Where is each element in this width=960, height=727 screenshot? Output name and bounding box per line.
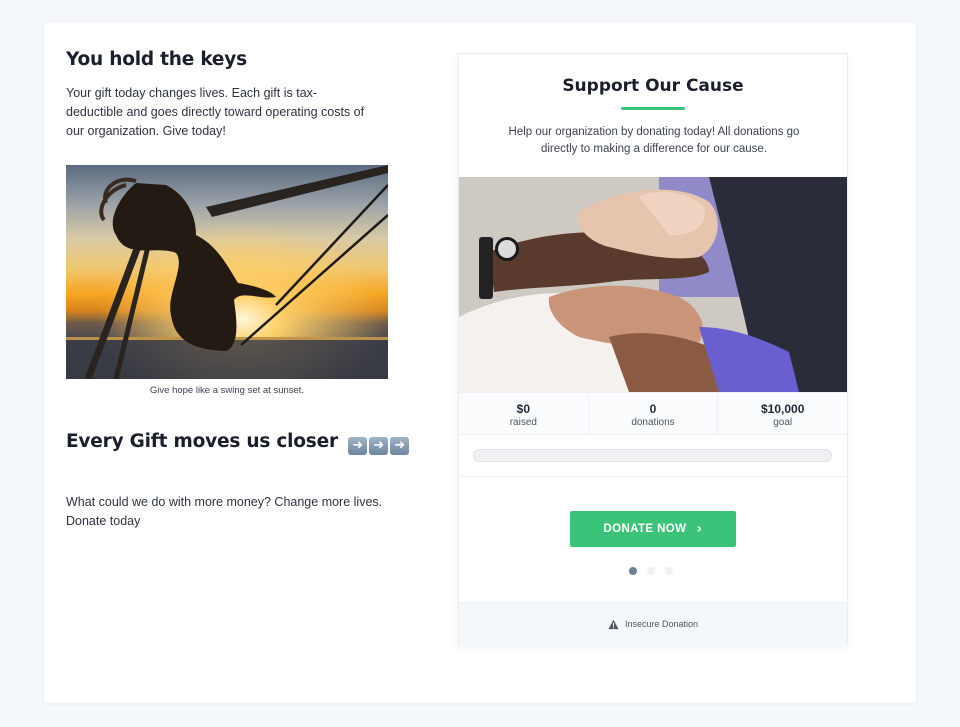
section-divider	[459, 476, 847, 477]
widget-title: Support Our Cause	[562, 76, 744, 96]
swing-sunset-illustration	[66, 165, 388, 379]
right-arrow-icon: ➜	[348, 437, 368, 455]
stat-goal: $10,000 goal	[718, 393, 847, 434]
carousel-dots	[629, 567, 673, 575]
security-notice: Insecure Donation	[624, 619, 699, 629]
right-arrow-icon: ➜	[369, 437, 389, 455]
right-arrow-icon: ➜	[390, 437, 410, 455]
chevron-right-icon: ›	[696, 521, 703, 537]
donation-progress-bar	[473, 449, 832, 462]
stat-value: $0	[516, 402, 531, 416]
donation-stats: $0 raised 0 donations $10,000 goal	[459, 392, 847, 435]
stat-value: 0	[649, 402, 657, 416]
stat-label: donations	[631, 417, 675, 428]
left-column: You hold the keys Your gift today change…	[66, 49, 410, 528]
page-title: You hold the keys	[66, 49, 247, 70]
donate-button-label: DONATE NOW	[603, 523, 687, 535]
widget-footer: Insecure Donation	[459, 602, 847, 645]
arrow-emoji-group: ➜ ➜ ➜	[348, 437, 410, 455]
stat-label: goal	[773, 417, 793, 428]
carousel-dot-2[interactable]	[647, 567, 655, 575]
secondary-heading-text: Every Gift moves us closer	[66, 431, 338, 452]
image-caption: Give hope like a swing set at sunset.	[149, 385, 305, 396]
donate-now-button[interactable]: DONATE NOW ›	[570, 511, 736, 547]
carousel-dot-3[interactable]	[665, 567, 673, 575]
outro-paragraph: What could we do with more money? Change…	[66, 495, 383, 528]
swing-sunset-photo	[66, 165, 388, 379]
stat-label: raised	[509, 417, 537, 428]
hands-together-photo	[459, 177, 847, 392]
stat-raised: $0 raised	[459, 393, 589, 434]
intro-paragraph: Your gift today changes lives. Each gift…	[66, 86, 365, 138]
donation-widget: Support Our Cause Help our organization …	[458, 53, 848, 645]
widget-description: Help our organization by donating today!…	[508, 126, 800, 155]
hands-together-illustration	[459, 177, 847, 392]
secondary-heading: Every Gift moves us closer ➜ ➜ ➜	[66, 431, 410, 455]
warning-icon	[608, 619, 619, 629]
carousel-dot-1[interactable]	[629, 567, 637, 575]
stat-donations: 0 donations	[589, 393, 719, 434]
page-card: You hold the keys Your gift today change…	[44, 23, 916, 703]
title-underline	[621, 107, 685, 110]
stat-value: $10,000	[760, 402, 805, 416]
